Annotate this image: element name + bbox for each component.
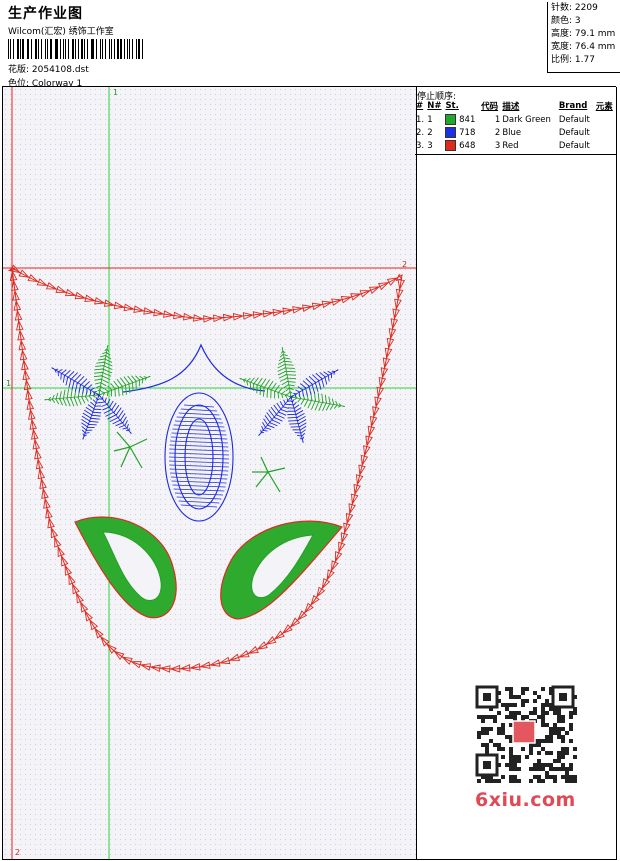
row-n: 2 [427,127,433,138]
top-green-marker: 1 [113,88,118,97]
center-drop-motif [164,392,234,522]
table-header-row: # N# St. 代码 描述 Brand 元素 [415,99,616,113]
row-num: 2. [416,127,425,138]
color-count: 颜色: 3 [551,16,581,26]
design-file-label: 花版: 2054108.dst [8,65,89,75]
header: 生产作业图 Wilcom(汇宏) 绣饰工作室 花版: 2054108.dst 色… [2,2,620,89]
row-desc: Red [502,140,519,151]
right-star-motif [252,456,286,493]
row-st-cell: 648 [444,139,480,152]
stop-sequence-table: # N# St. 代码 描述 Brand 元素 1. 1 841 1 Dark … [415,99,616,152]
row-brand: Default [558,127,590,138]
qr-code [471,683,577,783]
left-flower-motif [44,345,151,440]
red-right-marker: 2 [402,260,407,269]
arch-motif [122,343,266,393]
company-name: Wilcom(汇宏) 绣饰工作室 [8,27,114,37]
row-element [595,126,616,139]
col-brand: Brand [558,101,588,111]
col-code: 代码 [481,102,499,112]
table-divider [415,154,616,155]
row-st: 718 [459,128,476,138]
thread-swatch [445,114,457,125]
design-canvas: 1 1 2 2 [2,87,417,860]
row-code: 1 [494,114,501,125]
row-st: 648 [459,141,476,151]
row-st-cell: 718 [444,126,480,139]
table-row: 3. 3 648 3 Red Default [415,139,616,152]
page-title: 生产作业图 [8,6,83,22]
barcode [8,39,146,59]
row-st: 841 [459,115,476,125]
production-worksheet: 生产作业图 Wilcom(汇宏) 绣饰工作室 花版: 2054108.dst 色… [0,0,620,861]
design-scale: 比例: 1.77 [551,55,595,65]
row-n: 1 [427,114,433,125]
row-brand: Default [558,140,590,151]
table-row: 2. 2 718 2 Blue Default [415,126,616,139]
row-num: 1. [416,114,425,125]
left-paisley-motif [74,516,177,619]
watermark: 6xiu.com [475,789,576,811]
col-st: St. [445,101,459,111]
left-green-marker: 1 [6,379,11,388]
row-code: 2 [494,127,501,138]
stats-panel: 针数: 2209 颜色: 3 高度: 79.1 mm 宽度: 76.4 mm 比… [547,2,620,73]
row-n: 3 [427,140,433,151]
thread-swatch [445,140,457,151]
col-n: N# [427,101,442,111]
table-row: 1. 1 841 1 Dark Green Default [415,113,616,126]
row-num: 3. [416,140,425,151]
right-flower-motif [239,347,345,443]
row-desc: Dark Green [502,114,551,125]
right-paisley-motif [220,520,344,620]
col-element: 元素 [595,102,613,112]
left-star-motif [113,431,148,469]
red-border-outline [7,264,406,673]
embroidery-drawing: 1 1 2 2 [3,87,416,859]
row-element [595,113,616,126]
stitch-count: 针数: 2209 [551,3,598,13]
qr-pattern [475,685,577,783]
design-width: 宽度: 76.4 mm [551,42,616,52]
row-desc: Blue [502,127,522,138]
red-bottom-marker: 2 [15,848,20,857]
row-brand: Default [558,114,590,125]
col-num: # [416,101,424,111]
row-code: 3 [494,140,501,151]
thread-swatch [445,127,457,138]
row-element [595,139,616,152]
col-desc: 描述 [502,102,520,112]
design-height: 高度: 79.1 mm [551,29,616,39]
row-st-cell: 841 [444,113,480,126]
